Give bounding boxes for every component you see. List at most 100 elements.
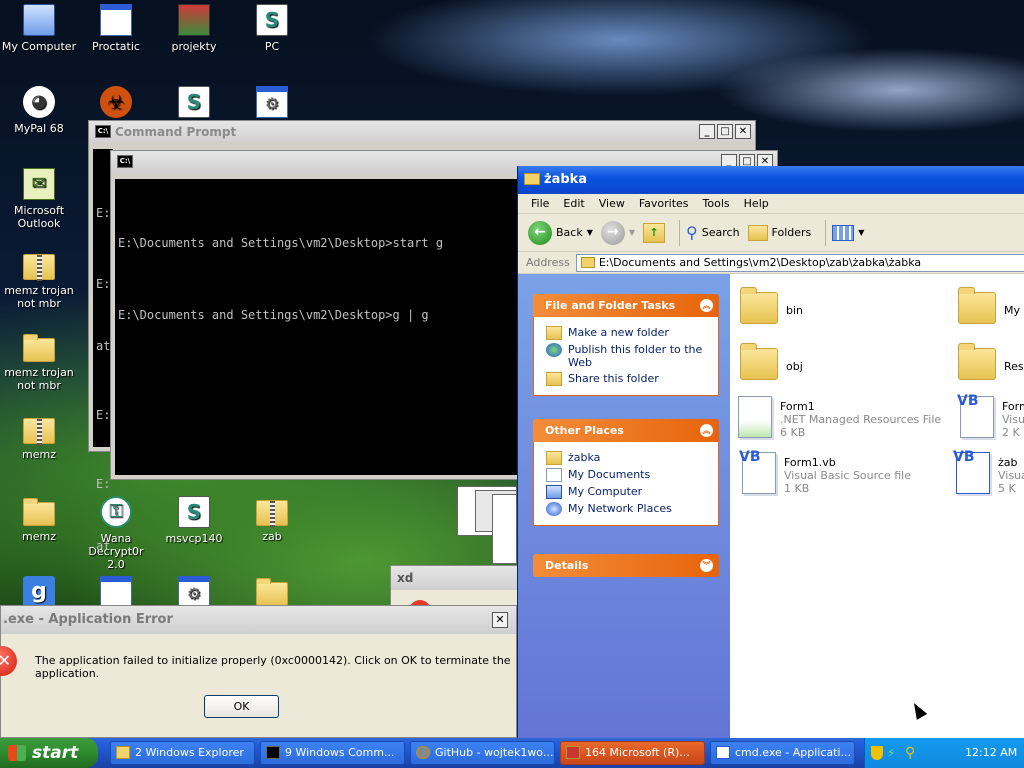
folder-icon bbox=[546, 451, 562, 465]
taskbar-item-github[interactable]: GitHub - wojtek1wo... bbox=[410, 741, 555, 765]
system-tray: ⚡ ⚲ 12:12 AM bbox=[864, 738, 1024, 768]
folders-button[interactable]: Folders bbox=[747, 224, 811, 241]
close-button[interactable]: ✕ bbox=[492, 612, 508, 628]
file-item-obj[interactable]: obj bbox=[740, 343, 803, 380]
xd-window[interactable]: xd bbox=[390, 565, 520, 611]
views-button[interactable]: ▼ bbox=[832, 224, 864, 241]
network-icon bbox=[546, 502, 562, 516]
panel-body: żabka My Documents My Computer My Networ… bbox=[533, 442, 719, 526]
title-bar[interactable]: C:\ Command Prompt _ □ ✕ bbox=[89, 121, 755, 143]
taskbar-item-label: GitHub - wojtek1wo... bbox=[435, 746, 554, 759]
console-fragment: E: bbox=[96, 206, 111, 220]
desktop-icon-script[interactable]: S bbox=[156, 86, 232, 122]
panel-header[interactable]: Details ︾ bbox=[533, 554, 719, 577]
expand-chevron-icon[interactable]: ︾ bbox=[700, 559, 713, 572]
folder-icon bbox=[958, 287, 996, 324]
desktop-icon-memz-trojan-zip[interactable]: memz trojan not mbr bbox=[1, 250, 77, 310]
file-name: Form bbox=[1002, 400, 1024, 413]
close-button[interactable]: ✕ bbox=[735, 124, 751, 139]
title-bar[interactable]: .exe - Application Error ✕ bbox=[1, 606, 516, 634]
desktop-icon-gear-app[interactable]: ⚙ bbox=[234, 86, 310, 122]
collapse-chevron-icon[interactable]: ︽ bbox=[700, 299, 713, 312]
taskbar-item-label: 2 Windows Explorer bbox=[135, 746, 244, 759]
ok-button[interactable]: OK bbox=[204, 695, 279, 718]
maximize-button[interactable]: □ bbox=[717, 124, 733, 139]
views-icon bbox=[832, 224, 855, 241]
start-button[interactable]: start bbox=[0, 738, 98, 768]
place-zabka[interactable]: żabka bbox=[546, 451, 718, 465]
window-controls: _ □ ✕ bbox=[699, 124, 751, 139]
desktop-icon-msvcp140[interactable]: S msvcp140 bbox=[156, 496, 232, 545]
panel-header[interactable]: Other Places ︽ bbox=[533, 419, 719, 442]
file-item-form-designer[interactable]: VB Form Visua 2 K bbox=[957, 394, 1024, 439]
place-label: żabka bbox=[568, 451, 601, 464]
file-item-res[interactable]: Res bbox=[958, 343, 1024, 380]
desktop-icon-mypal[interactable]: ◕ MyPal 68 bbox=[1, 86, 77, 135]
task-make-new-folder[interactable]: Make a new folder bbox=[546, 326, 718, 340]
title-bar[interactable]: xd bbox=[391, 566, 519, 590]
desktop-icon-label: My Computer bbox=[1, 40, 77, 53]
desktop-icon-zab[interactable]: zab bbox=[234, 496, 310, 543]
file-item-my[interactable]: My bbox=[958, 287, 1020, 324]
menu-edit[interactable]: Edit bbox=[556, 197, 591, 210]
desktop-icon-proctatic[interactable]: Proctatic bbox=[78, 4, 154, 53]
file-item-bin[interactable]: bin bbox=[740, 287, 803, 324]
browser-icon bbox=[416, 746, 430, 759]
menu-view[interactable]: View bbox=[592, 197, 632, 210]
desktop-icon-label: zab bbox=[262, 530, 282, 543]
desktop-icon-memz-trojan-folder[interactable]: memz trojan not mbr bbox=[1, 332, 77, 392]
desktop-icon-projekty[interactable]: projekty bbox=[156, 4, 232, 53]
desktop-icon-label: memz trojan not mbr bbox=[4, 284, 74, 310]
menu-favorites[interactable]: Favorites bbox=[632, 197, 696, 210]
desktop-icon-memz-zip[interactable]: memz bbox=[1, 414, 77, 461]
address-bar: Address E:\Documents and Settings\vm2\De… bbox=[518, 252, 1024, 274]
up-folder-icon: ↑ bbox=[643, 222, 666, 243]
place-my-computer[interactable]: My Computer bbox=[546, 485, 718, 499]
back-label: Back bbox=[556, 226, 583, 239]
file-type: Visua bbox=[998, 469, 1024, 482]
task-label: Share this folder bbox=[568, 372, 659, 385]
task-share-folder[interactable]: Share this folder bbox=[546, 372, 718, 386]
up-folder-button[interactable]: ↑ bbox=[643, 222, 666, 243]
task-label: Make a new folder bbox=[568, 326, 669, 339]
desktop-icon-memz-folder[interactable]: memz bbox=[1, 496, 77, 543]
security-shield-icon[interactable] bbox=[871, 746, 883, 760]
network-icon[interactable]: ⚡ bbox=[887, 746, 901, 760]
title-bar[interactable]: żabka bbox=[518, 166, 1024, 194]
taskbar-item-microsoft[interactable]: 164 Microsoft (R)... bbox=[560, 741, 705, 765]
new-folder-icon bbox=[546, 326, 562, 340]
menu-tools[interactable]: Tools bbox=[696, 197, 737, 210]
desktop-icon-my-computer[interactable]: My Computer bbox=[1, 4, 77, 53]
taskbar-item-label: cmd.exe - Applicati... bbox=[735, 746, 851, 759]
desktop-icon-label: msvcp140 bbox=[165, 532, 223, 545]
place-my-documents[interactable]: My Documents bbox=[546, 468, 718, 482]
address-field[interactable]: E:\Documents and Settings\vm2\Desktop\za… bbox=[575, 253, 1024, 272]
panel-header[interactable]: File and Folder Tasks ︽ bbox=[533, 294, 719, 317]
desktop-icon-biohazard[interactable]: ☣ bbox=[78, 86, 154, 122]
application-error-dialog[interactable]: .exe - Application Error ✕ ✕ The applica… bbox=[0, 605, 517, 738]
desktop-icon-label: Proctatic bbox=[92, 40, 140, 53]
minimize-button[interactable]: _ bbox=[699, 124, 715, 139]
taskbar-item-cmd-error[interactable]: cmd.exe - Applicati... bbox=[710, 741, 855, 765]
task-publish-web[interactable]: Publish this folder to the Web bbox=[546, 343, 718, 369]
search-icon[interactable]: ⚲ bbox=[905, 745, 915, 761]
desktop-icon-label: memz trojan not mbr bbox=[4, 366, 74, 392]
desktop-icon-pc[interactable]: S PC bbox=[234, 4, 310, 53]
taskbar-item-label: 164 Microsoft (R)... bbox=[585, 746, 690, 759]
chevron-down-icon[interactable]: ▼ bbox=[629, 228, 635, 237]
forward-button[interactable]: → ▼ bbox=[600, 220, 635, 245]
back-button[interactable]: ← Back ▼ bbox=[528, 220, 593, 245]
collapse-chevron-icon[interactable]: ︽ bbox=[700, 424, 713, 437]
desktop-icon-outlook[interactable]: ✉ Microsoft Outlook bbox=[1, 168, 77, 230]
file-item-zab-project[interactable]: VB żab Visua 5 K bbox=[953, 450, 1024, 495]
file-item-form1-vb[interactable]: VB Form1.vb Visual Basic Source file 1 K… bbox=[739, 450, 911, 495]
chevron-down-icon[interactable]: ▼ bbox=[587, 228, 593, 237]
menu-file[interactable]: File bbox=[524, 197, 556, 210]
place-my-network[interactable]: My Network Places bbox=[546, 502, 718, 516]
file-item-form1-resx[interactable]: Form1 .NET Managed Resources File 6 KB bbox=[738, 396, 941, 439]
explorer-window[interactable]: żabka File Edit View Favorites Tools Hel… bbox=[517, 166, 1024, 740]
taskbar-item-command-prompts[interactable]: 9 Windows Comm... bbox=[260, 741, 405, 765]
search-button[interactable]: ⚲ Search bbox=[686, 223, 740, 242]
taskbar-item-windows-explorer[interactable]: 2 Windows Explorer bbox=[110, 741, 255, 765]
menu-help[interactable]: Help bbox=[737, 197, 776, 210]
